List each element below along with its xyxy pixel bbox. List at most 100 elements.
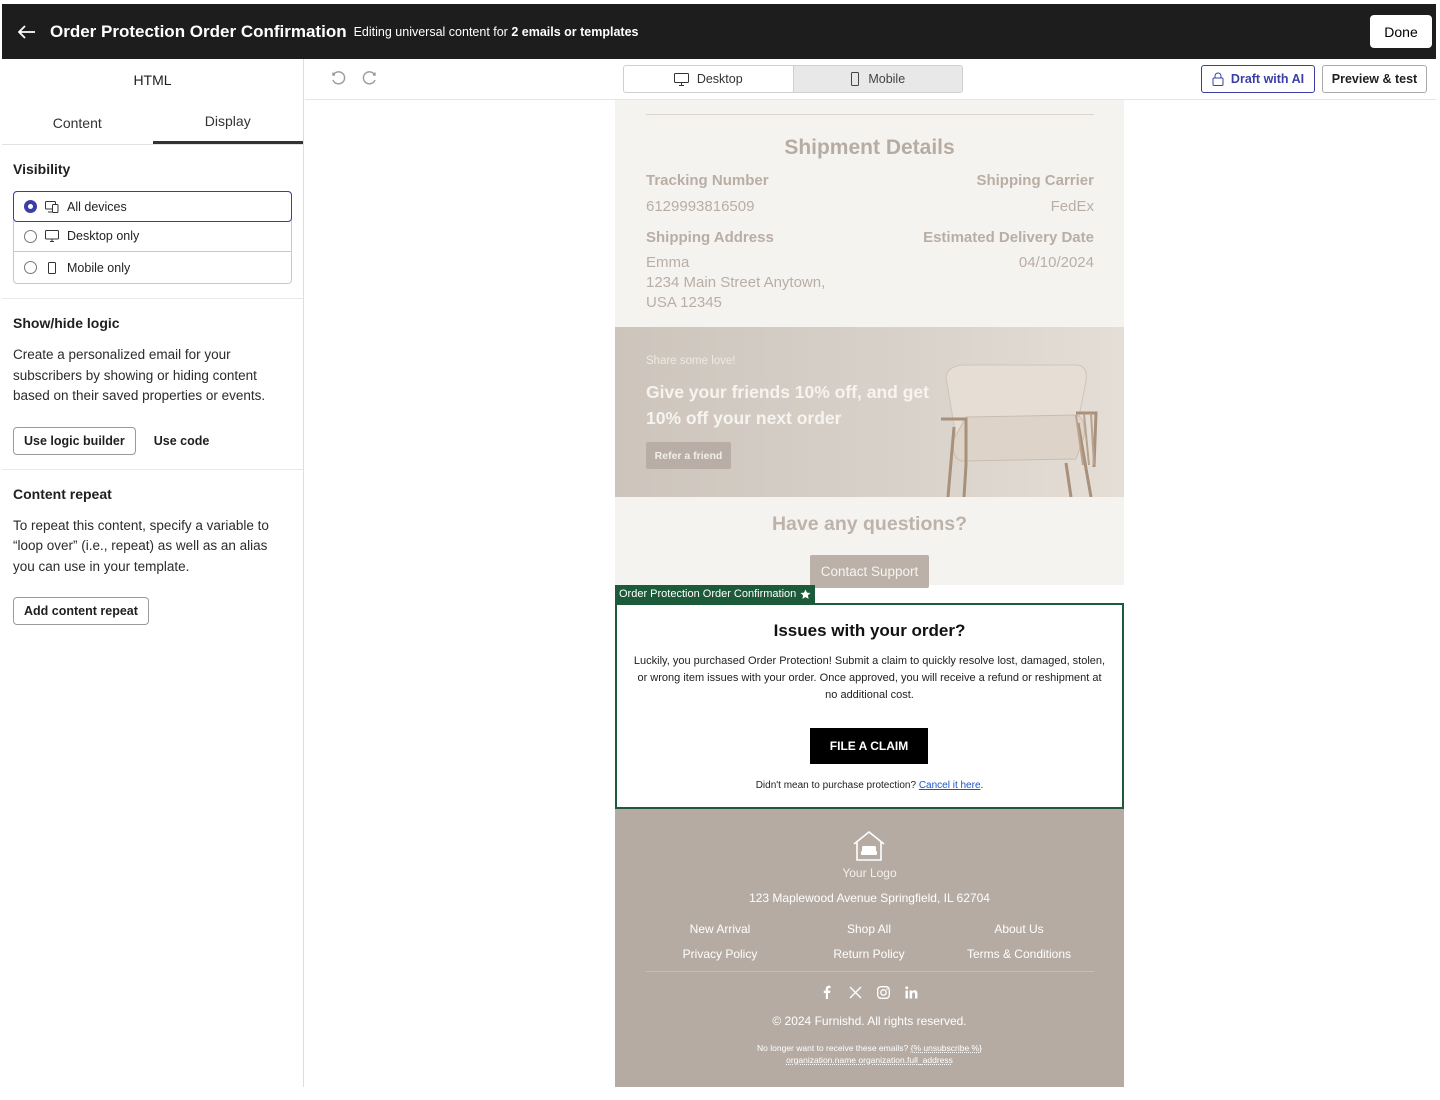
- desktop-icon: [45, 230, 59, 242]
- cancel-prefix: Didn't mean to purchase protection?: [755, 780, 917, 791]
- mobile-view-label: Mobile: [868, 72, 906, 86]
- logo-text: Your Logo: [842, 866, 897, 880]
- block-tag[interactable]: Order Protection Order Confirmation: [615, 585, 816, 603]
- visibility-title: Visibility: [13, 161, 71, 177]
- subtitle-count: 2 emails or templates: [511, 24, 639, 39]
- unsubscribe-link[interactable]: {% unsubscribe %}: [911, 1043, 982, 1053]
- repeat-title: Content repeat: [13, 485, 112, 502]
- carrier-value: FedEx: [1050, 198, 1094, 215]
- top-bar: Order Protection Order Confirmation Edit…: [2, 4, 1436, 59]
- carrier-label: Shipping Carrier: [976, 172, 1094, 189]
- add-content-repeat-button[interactable]: Add content repeat: [13, 597, 149, 625]
- desktop-view-label: Desktop: [696, 72, 743, 86]
- radio-selected-icon: [24, 200, 37, 213]
- order-protection-body: Luckily, you purchased Order Protection!…: [633, 655, 1106, 701]
- footer-divider: [646, 971, 1094, 972]
- address-line2: USA 12345: [646, 294, 722, 311]
- subtitle-prefix: Editing universal content for: [353, 24, 508, 39]
- copyright: © 2024 Furnishd. All rights reserved.: [772, 1014, 967, 1028]
- divider: [646, 114, 1094, 115]
- referral-banner[interactable]: Share some love! Give your friends 10% o…: [615, 327, 1124, 497]
- address-name: Emma: [646, 254, 690, 271]
- lock-icon: [1212, 72, 1224, 86]
- footer-link-terms[interactable]: Terms & Conditions: [949, 947, 1089, 961]
- organization-address-tag: organization.name organization.full_addr…: [786, 1055, 953, 1065]
- tab-display[interactable]: Display: [152, 101, 303, 144]
- use-code-button[interactable]: Use code: [154, 434, 210, 448]
- settings-sidebar: HTML Content Display Visibility All devi…: [2, 59, 304, 1087]
- cancel-suffix: .: [980, 780, 984, 791]
- repeat-actions: Add content repeat: [13, 597, 292, 625]
- view-toggle: Desktop Mobile: [623, 65, 963, 93]
- preview-and-test-button[interactable]: Preview & test: [1322, 65, 1427, 93]
- logic-description: Create a personalized email for your sub…: [13, 347, 266, 403]
- address-label: Shipping Address: [646, 229, 774, 246]
- sidebar-heading: HTML: [133, 72, 172, 88]
- contact-support-button[interactable]: Contact Support: [810, 555, 929, 588]
- logic-title: Show/hide logic: [13, 315, 120, 331]
- mobile-icon: [45, 261, 59, 274]
- footer-address: 123 Maplewood Avenue Springfield, IL 627…: [749, 891, 990, 905]
- tab-content[interactable]: Content: [2, 101, 153, 144]
- desktop-view-button[interactable]: Desktop: [624, 66, 793, 92]
- order-protection-block[interactable]: Issues with your order? Luckily, you pur…: [615, 603, 1124, 809]
- block-tag-label: Order Protection Order Confirmation: [619, 588, 797, 600]
- done-button[interactable]: Done: [1370, 15, 1432, 48]
- visibility-option-label: Mobile only: [67, 260, 131, 275]
- content-repeat-section: Content repeat To repeat this content, s…: [2, 470, 303, 640]
- visibility-option-all-devices[interactable]: All devices: [13, 191, 292, 222]
- redo-icon[interactable]: [361, 71, 377, 87]
- questions-title: Have any questions?: [771, 513, 968, 535]
- visibility-radio-group: All devices Desktop only Mobile only: [13, 191, 292, 284]
- cancel-protection-line: Didn't mean to purchase protection? Canc…: [617, 780, 1122, 791]
- banner-eyebrow: Share some love!: [646, 355, 736, 367]
- visibility-option-mobile-only[interactable]: Mobile only: [14, 252, 291, 283]
- house-logo-icon: [853, 830, 885, 861]
- x-twitter-icon[interactable]: [847, 984, 863, 1000]
- footer-link-shop-all[interactable]: Shop All: [799, 922, 939, 936]
- unsubscribe-note: No longer want to receive these emails? …: [615, 1042, 1124, 1066]
- footer-link-about-us[interactable]: About Us: [949, 922, 1089, 936]
- visibility-option-desktop-only[interactable]: Desktop only: [14, 221, 291, 252]
- star-icon: [800, 588, 811, 599]
- all-devices-icon: [45, 200, 59, 213]
- editor-toolbar: Desktop Mobile Draft with AI Preview & t…: [305, 59, 1436, 100]
- draft-with-ai-button[interactable]: Draft with AI: [1201, 65, 1315, 93]
- page-subtitle: Editing universal content for 2 emails o…: [354, 25, 639, 39]
- facebook-icon[interactable]: [819, 984, 835, 1000]
- use-logic-builder-button[interactable]: Use logic builder: [13, 426, 136, 455]
- refer-a-friend-button[interactable]: Refer a friend: [646, 442, 731, 469]
- cancel-it-here-link[interactable]: Cancel it here: [919, 780, 981, 791]
- footer-link-new-arrival[interactable]: New Arrival: [650, 922, 790, 936]
- footer-link-privacy-policy[interactable]: Privacy Policy: [650, 947, 790, 961]
- email-preview: Shipment Details Tracking Number 6129993…: [615, 100, 1124, 1087]
- file-a-claim-button[interactable]: FILE A CLAIM: [810, 728, 928, 764]
- back-arrow-icon[interactable]: [18, 23, 36, 41]
- email-footer[interactable]: Your Logo 123 Maplewood Avenue Springfie…: [615, 809, 1124, 1087]
- mobile-icon: [851, 72, 860, 86]
- chair-image: [941, 364, 1098, 497]
- visibility-option-label: Desktop only: [67, 229, 140, 243]
- visibility-option-label: All devices: [67, 199, 127, 214]
- delivery-value: 04/10/2024: [1018, 254, 1094, 271]
- social-links: [819, 984, 919, 1000]
- unsubscribe-prefix: No longer want to receive these emails?: [757, 1043, 909, 1053]
- address-line1: 1234 Main Street Anytown,: [646, 274, 826, 291]
- show-hide-logic-section: Show/hide logic Create a personalized em…: [2, 299, 303, 470]
- undo-icon[interactable]: [331, 71, 347, 87]
- radio-unselected-icon: [24, 229, 37, 243]
- mobile-view-button[interactable]: Mobile: [792, 66, 962, 92]
- instagram-icon[interactable]: [875, 984, 891, 1000]
- delivery-label: Estimated Delivery Date: [923, 229, 1094, 246]
- banner-headline: Give your friends 10% off, and get 10% o…: [646, 382, 929, 428]
- tracking-label: Tracking Number: [646, 172, 769, 189]
- tracking-value: 6129993816509: [646, 198, 755, 215]
- repeat-description: To repeat this content, specify a variab…: [13, 517, 269, 574]
- order-protection-title: Issues with your order?: [773, 621, 966, 640]
- desktop-icon: [673, 72, 689, 86]
- shipment-section[interactable]: Shipment Details Tracking Number 6129993…: [615, 100, 1124, 588]
- email-canvas: Shipment Details Tracking Number 6129993…: [305, 100, 1436, 1087]
- logic-actions: Use logic builder Use code: [13, 426, 292, 455]
- linkedin-icon[interactable]: [903, 984, 919, 1000]
- footer-link-return-policy[interactable]: Return Policy: [799, 947, 939, 961]
